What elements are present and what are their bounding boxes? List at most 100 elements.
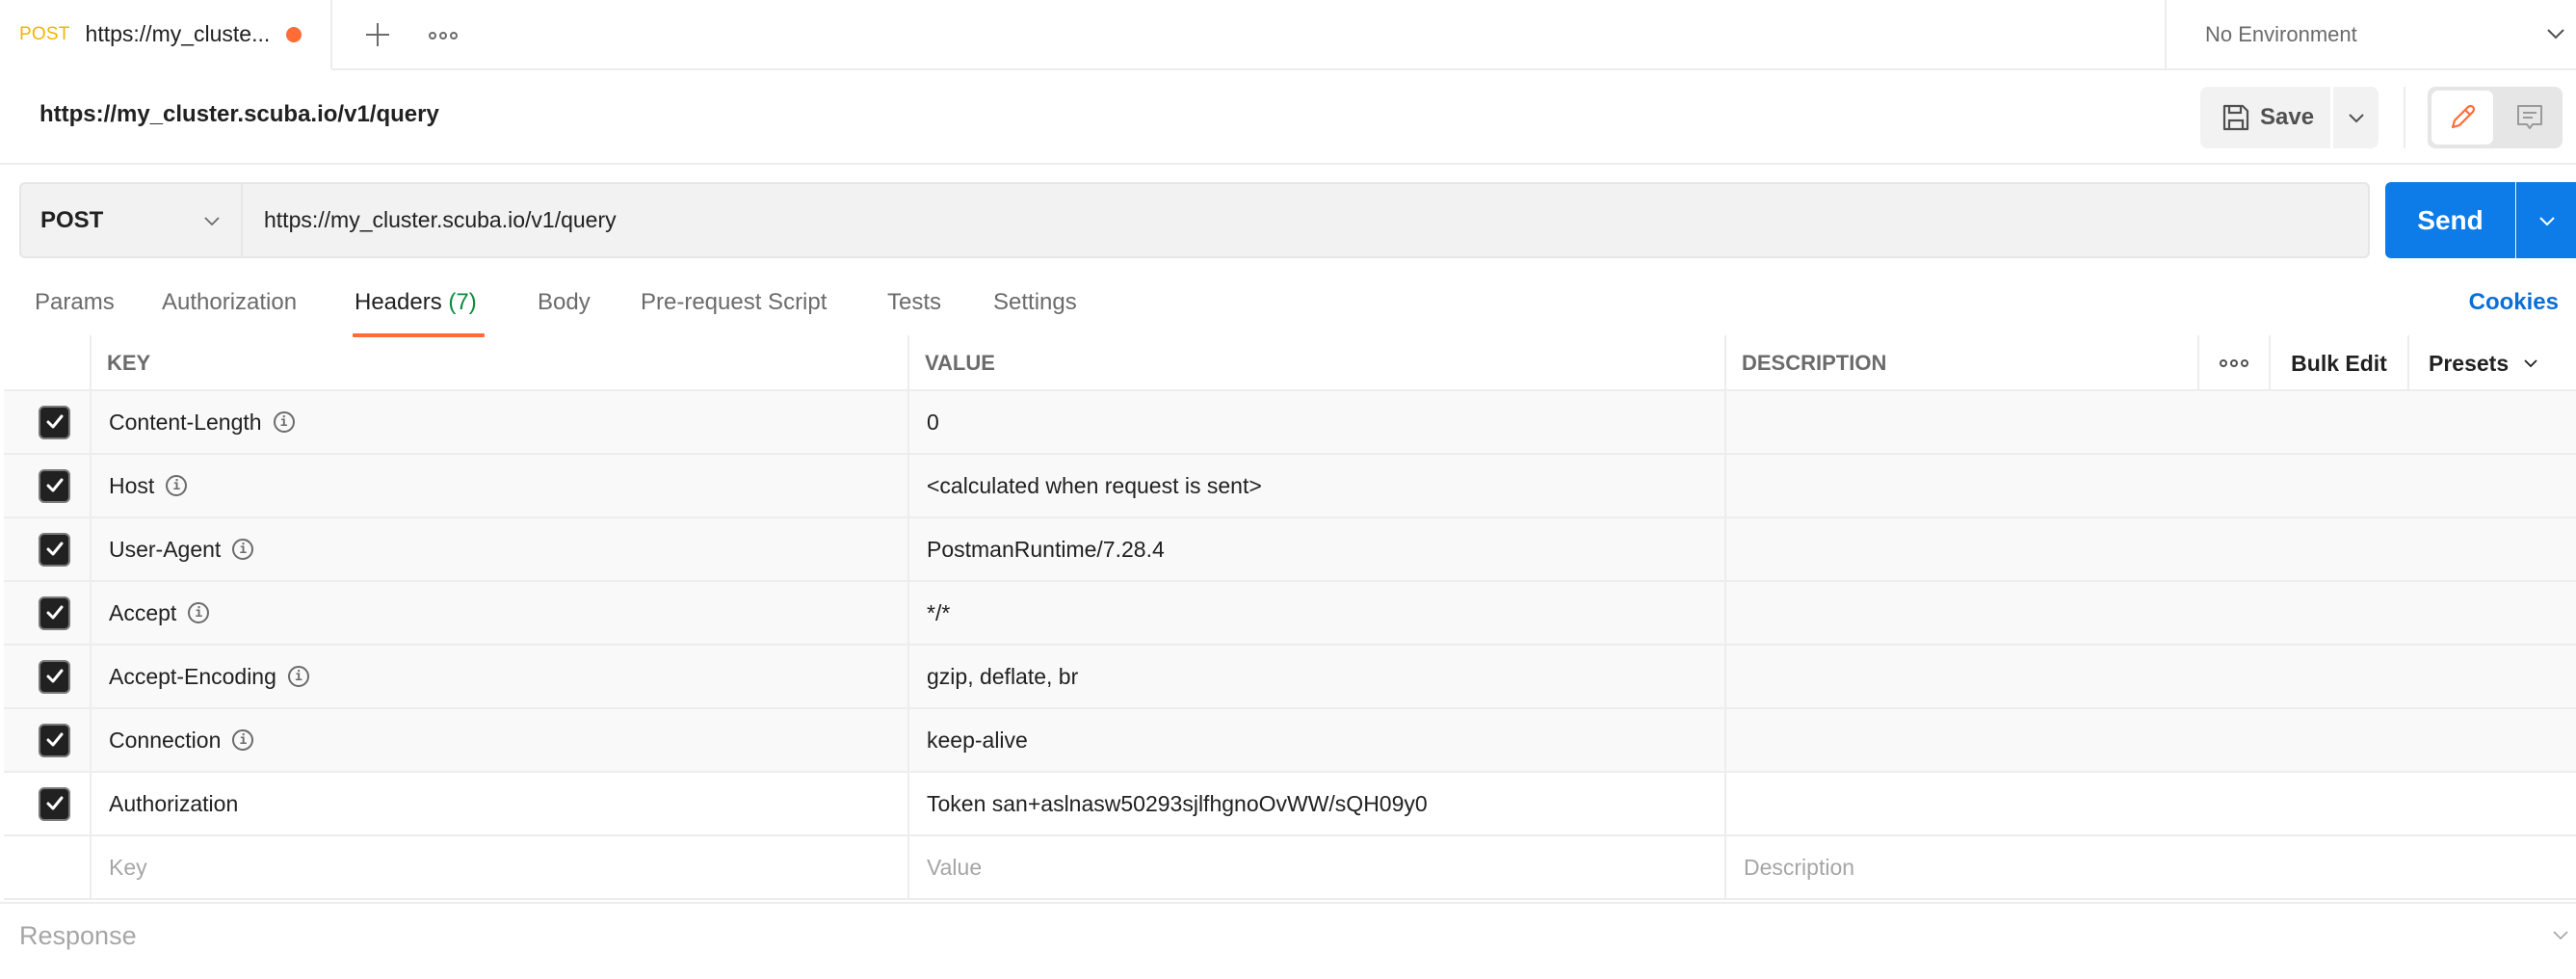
header-key: Host: [109, 472, 155, 498]
header-key-cell[interactable]: Authorization: [90, 773, 907, 834]
header-value-cell[interactable]: Token san+aslnasw50293sjlfhgnoOvWW/sQH09…: [907, 773, 1724, 834]
chevron-down-icon: [204, 217, 220, 226]
header-value: <calculated when request is sent>: [927, 472, 1262, 498]
chevron-down-icon[interactable]: [2551, 925, 2570, 944]
header-value-cell[interactable]: <calculated when request is sent>: [907, 455, 1724, 516]
checkmark-icon: [46, 542, 63, 556]
request-title[interactable]: https://my_cluster.scuba.io/v1/query: [39, 101, 439, 128]
row-checkbox[interactable]: [39, 405, 70, 439]
header-description-cell[interactable]: [1724, 646, 2576, 707]
row-checkbox[interactable]: [39, 659, 70, 694]
header-key: Connection: [109, 727, 222, 753]
row-checkbox[interactable]: [39, 595, 70, 630]
tab-params[interactable]: Params: [35, 289, 115, 335]
header-description-cell[interactable]: [1724, 518, 2576, 580]
method-select[interactable]: POST: [21, 184, 243, 256]
header-key-cell[interactable]: User-Agent i: [90, 518, 907, 580]
header-value-cell[interactable]: gzip, deflate, br: [907, 646, 1724, 707]
info-icon[interactable]: i: [273, 411, 295, 433]
info-icon[interactable]: i: [188, 602, 210, 623]
request-tab[interactable]: POST https://my_cluste...: [0, 0, 332, 70]
row-checkbox[interactable]: [39, 786, 70, 821]
tab-pre-request-script[interactable]: Pre-request Script: [641, 289, 827, 335]
chevron-down-icon: [2348, 114, 2364, 123]
row-checkbox-cell: [4, 582, 90, 644]
header-key-cell[interactable]: Accept-Encoding i: [90, 646, 907, 707]
table-options-button[interactable]: [2197, 335, 2269, 391]
header-value-cell[interactable]: */*: [907, 582, 1724, 644]
header-key-cell[interactable]: Content-Length i: [90, 391, 907, 453]
tab-bar: POST https://my_cluste... No Environment: [0, 0, 2576, 70]
header-description-cell[interactable]: [1724, 391, 2576, 453]
info-icon[interactable]: i: [166, 475, 188, 496]
row-checkbox[interactable]: [39, 723, 70, 757]
header-description-cell[interactable]: [1724, 455, 2576, 516]
new-tab-button[interactable]: [358, 15, 397, 54]
cookies-link[interactable]: Cookies: [2469, 289, 2559, 316]
header-key-cell[interactable]: Accept i: [90, 582, 907, 644]
checkmark-icon: [46, 605, 63, 620]
new-value-input[interactable]: Value: [907, 836, 1724, 898]
column-header-key: KEY: [90, 335, 907, 391]
info-icon[interactable]: i: [287, 666, 309, 687]
table-header-row: KEY VALUE DESCRIPTION Bulk Edit Presets: [4, 335, 2576, 391]
comments-mode-button[interactable]: [2501, 91, 2559, 145]
tab-label: Tests: [887, 289, 942, 315]
edit-mode-button[interactable]: [2431, 91, 2493, 145]
tab-tests[interactable]: Tests: [887, 289, 941, 335]
method-selected: POST: [40, 206, 104, 233]
header-description-cell[interactable]: [1724, 773, 2576, 834]
tab-label: Headers: [355, 289, 442, 315]
column-header-value: VALUE: [907, 335, 1724, 391]
row-checkbox[interactable]: [39, 532, 70, 567]
send-button[interactable]: Send: [2385, 182, 2515, 258]
tab-headers[interactable]: Headers (7): [353, 289, 485, 337]
presets-dropdown[interactable]: Presets: [2407, 335, 2576, 391]
header-description-cell[interactable]: [1724, 709, 2576, 771]
tab-label: Body: [538, 289, 591, 315]
tab-options-button[interactable]: [426, 21, 460, 50]
bulk-edit-button[interactable]: Bulk Edit: [2269, 335, 2407, 391]
header-key-cell[interactable]: Host i: [90, 455, 907, 516]
header-value-cell[interactable]: PostmanRuntime/7.28.4: [907, 518, 1724, 580]
table-row: Authorization Token san+aslnasw50293sjlf…: [4, 773, 2576, 836]
header-description-cell[interactable]: [1724, 582, 2576, 644]
save-button[interactable]: Save: [2200, 87, 2330, 148]
info-icon[interactable]: i: [232, 539, 254, 560]
row-checkbox[interactable]: [39, 468, 70, 503]
row-checkbox-cell: [4, 773, 90, 834]
table-row: Connection i keep-alive: [4, 709, 2576, 773]
request-title-bar: https://my_cluster.scuba.io/v1/query Sav…: [0, 70, 2576, 165]
table-row: Content-Length i 0: [4, 391, 2576, 455]
send-options-button[interactable]: [2516, 182, 2576, 258]
new-header-row: Key Value Description: [4, 836, 2576, 900]
table-row: Accept i */*: [4, 582, 2576, 646]
header-key: Authorization: [109, 790, 239, 816]
environment-selector[interactable]: No Environment: [2165, 0, 2576, 68]
row-checkbox-cell: [4, 646, 90, 707]
info-icon[interactable]: i: [232, 729, 254, 751]
send-label: Send: [2417, 204, 2484, 235]
tab-authorization[interactable]: Authorization: [162, 289, 297, 335]
header-value-cell[interactable]: 0: [907, 391, 1724, 453]
header-value-cell[interactable]: keep-alive: [907, 709, 1724, 771]
header-value: */*: [927, 599, 951, 625]
headers-count-badge: (7): [448, 289, 477, 315]
new-key-input[interactable]: Key: [90, 836, 907, 898]
header-key-cell[interactable]: Connection i: [90, 709, 907, 771]
table-row: User-Agent i PostmanRuntime/7.28.4: [4, 518, 2576, 582]
tab-settings[interactable]: Settings: [993, 289, 1077, 335]
checkmark-icon: [46, 669, 63, 683]
tab-body[interactable]: Body: [538, 289, 591, 335]
request-tab-method: POST: [19, 23, 70, 44]
checkmark-icon: [46, 732, 63, 747]
tab-label: Pre-request Script: [641, 289, 828, 315]
unsaved-changes-dot-icon[interactable]: [286, 27, 302, 42]
url-input[interactable]: [245, 184, 2368, 256]
response-panel[interactable]: Response: [0, 902, 2576, 979]
new-description-input[interactable]: Description: [1724, 836, 2576, 898]
save-options-button[interactable]: [2333, 87, 2379, 148]
ellipsis-icon: [2220, 359, 2227, 367]
checkmark-icon: [46, 796, 63, 810]
chevron-down-icon: [2547, 29, 2564, 40]
